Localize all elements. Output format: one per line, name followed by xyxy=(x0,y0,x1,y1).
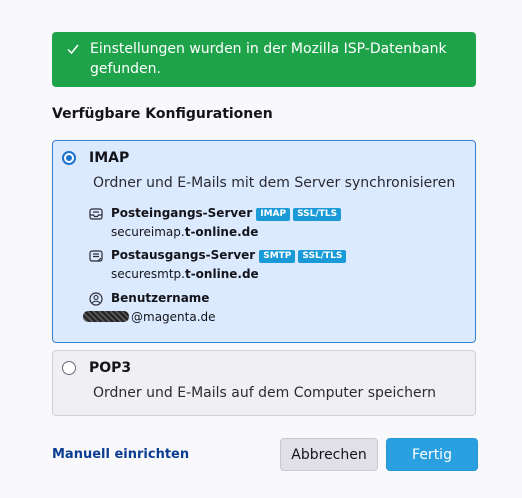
cancel-button[interactable]: Abbrechen xyxy=(280,438,378,471)
outgoing-server-label: Postausgangs-Server xyxy=(111,248,256,262)
outgoing-protocol-badge: SMTP xyxy=(259,250,296,263)
pop3-config-option[interactable]: POP3 Ordner und E-Mails auf dem Computer… xyxy=(52,350,476,416)
section-title: Verfügbare Konfigurationen xyxy=(52,106,273,122)
banner-text: Einstellungen wurden in der Mozilla ISP-… xyxy=(90,41,447,77)
user-icon xyxy=(89,292,103,306)
checkmark-icon xyxy=(67,44,79,55)
pop3-description: Ordner und E-Mails auf dem Computer spei… xyxy=(93,385,436,401)
imap-title: IMAP xyxy=(89,150,130,166)
inbox-icon xyxy=(89,208,103,220)
incoming-protocol-badge: IMAP xyxy=(256,208,291,221)
outbox-icon xyxy=(89,250,103,262)
manual-setup-link[interactable]: Manuell einrichten xyxy=(52,447,189,462)
pop3-radio[interactable] xyxy=(62,361,76,375)
success-banner: Einstellungen wurden in der Mozilla ISP-… xyxy=(52,32,476,87)
done-button[interactable]: Fertig xyxy=(386,438,478,471)
incoming-host: secureimap.t-online.de xyxy=(111,225,259,239)
incoming-security-badge: SSL/TLS xyxy=(293,208,342,221)
imap-radio[interactable] xyxy=(62,151,76,165)
pop3-title: POP3 xyxy=(89,360,132,376)
username-label: Benutzername xyxy=(111,291,210,305)
imap-config-option[interactable]: IMAP Ordner und E-Mails mit dem Server s… xyxy=(52,140,476,343)
outgoing-security-badge: SSL/TLS xyxy=(298,250,347,263)
imap-description: Ordner und E-Mails mit dem Server synchr… xyxy=(93,175,456,191)
redacted-username xyxy=(83,311,129,322)
incoming-server-label: Posteingangs-Server xyxy=(111,206,253,220)
outgoing-host: securesmtp.t-online.de xyxy=(111,267,259,281)
username-value: @magenta.de xyxy=(83,310,216,324)
